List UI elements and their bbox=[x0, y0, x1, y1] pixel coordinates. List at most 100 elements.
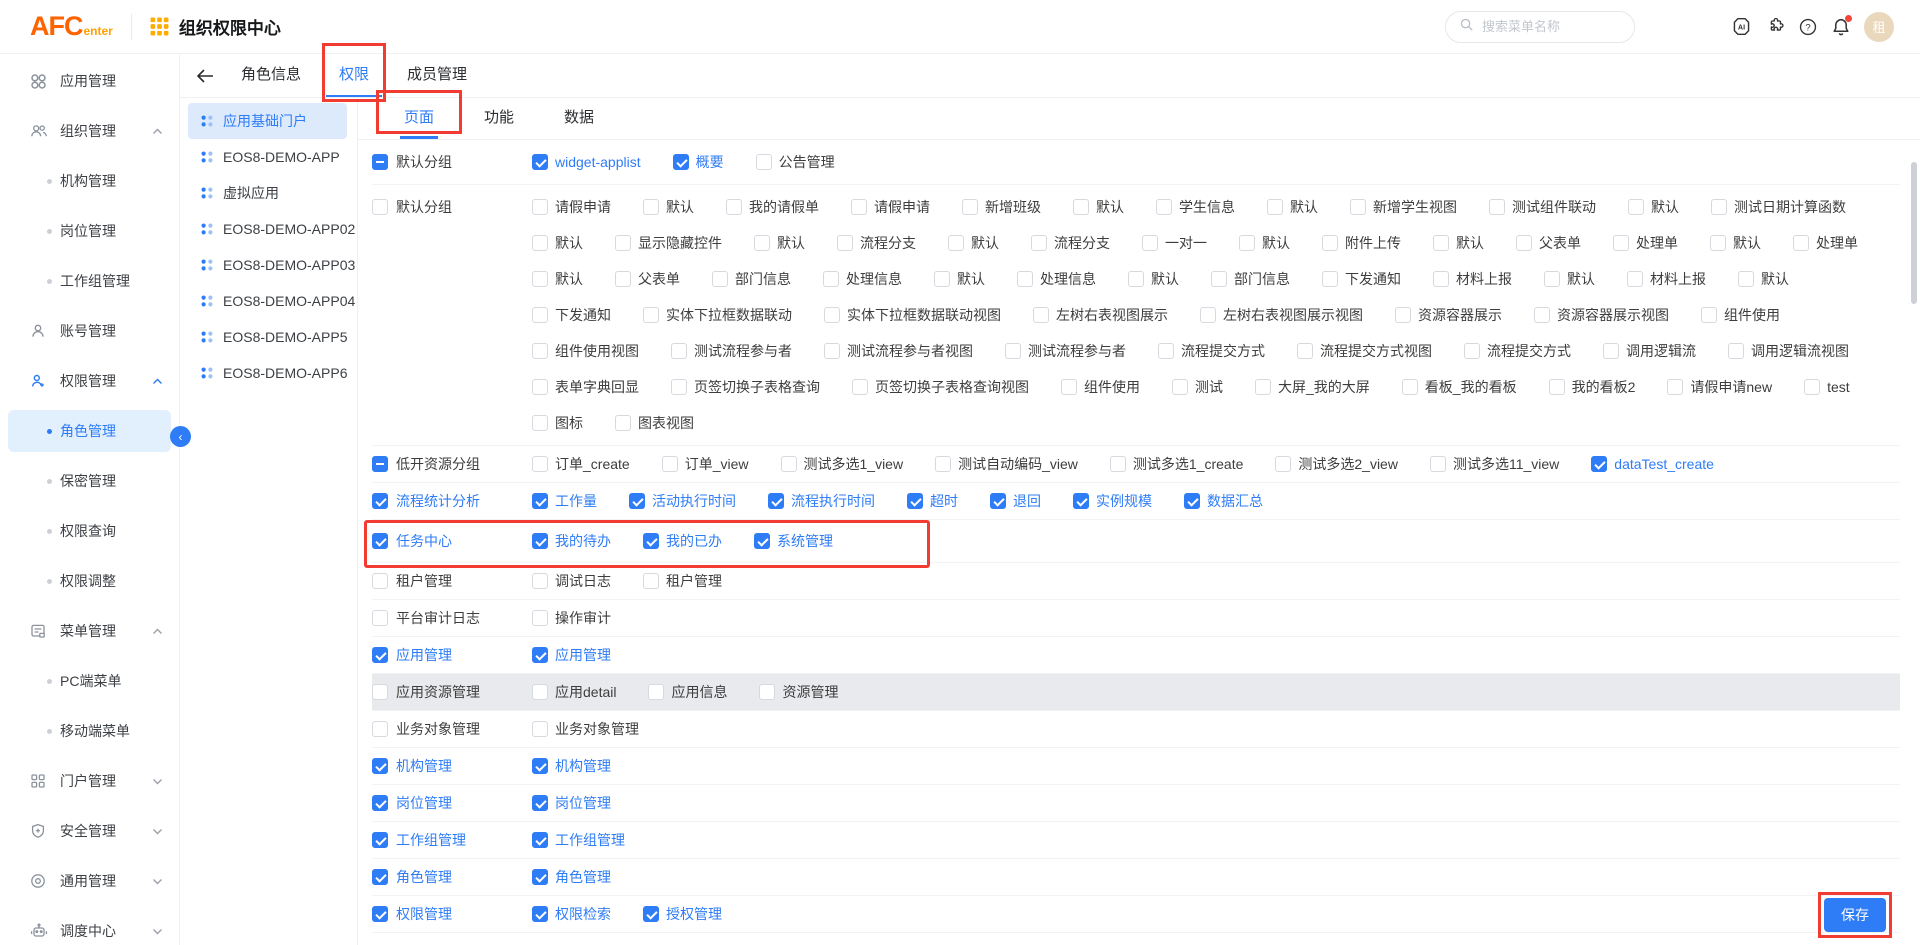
checkbox-icon[interactable] bbox=[1322, 235, 1338, 251]
sidebar-item-workgroup-mgmt[interactable]: 工作组管理 bbox=[0, 256, 179, 306]
permission-item[interactable]: 部门信息 bbox=[712, 269, 791, 289]
help-icon[interactable]: ? bbox=[1798, 17, 1818, 37]
permission-item[interactable]: 组件使用 bbox=[1701, 305, 1780, 325]
permission-item[interactable]: 默认 bbox=[754, 233, 805, 253]
permission-item[interactable]: 租户管理 bbox=[643, 571, 722, 591]
checkbox-icon[interactable] bbox=[1158, 343, 1174, 359]
checkbox-icon[interactable] bbox=[1255, 379, 1271, 395]
checkbox-icon[interactable] bbox=[532, 869, 548, 885]
sidebar-item-org-mgmt[interactable]: 组织管理 bbox=[0, 106, 179, 156]
checkbox-icon[interactable] bbox=[824, 307, 840, 323]
checkbox-icon[interactable] bbox=[532, 199, 548, 215]
checkbox-icon[interactable] bbox=[532, 271, 548, 287]
group-checkbox[interactable]: 角色管理 bbox=[372, 859, 532, 895]
permission-item[interactable]: 我的已办 bbox=[643, 531, 722, 551]
checkbox-icon[interactable] bbox=[1267, 199, 1283, 215]
checkbox-icon[interactable] bbox=[532, 415, 548, 431]
checkbox-icon[interactable] bbox=[532, 343, 548, 359]
avatar[interactable]: 租 bbox=[1864, 12, 1894, 42]
checkbox-icon[interactable] bbox=[643, 573, 659, 589]
permission-item[interactable]: 默认 bbox=[934, 269, 985, 289]
sidebar-item-account-mgmt[interactable]: 账号管理 bbox=[0, 306, 179, 356]
sidebar-item-secrecy-mgmt[interactable]: 保密管理 bbox=[0, 456, 179, 506]
permission-item[interactable]: 处理单 bbox=[1613, 233, 1678, 253]
checkbox-icon[interactable] bbox=[754, 235, 770, 251]
permission-item[interactable]: 页签切换子表格查询视图 bbox=[852, 377, 1029, 397]
checkbox-icon[interactable] bbox=[532, 832, 548, 848]
permission-item[interactable]: 应用信息 bbox=[648, 682, 727, 702]
checkbox-icon[interactable] bbox=[1322, 271, 1338, 287]
permission-item[interactable]: 实体下拉框数据联动 bbox=[643, 305, 792, 325]
permission-item[interactable]: 测试自动编码_view bbox=[935, 454, 1078, 474]
checkbox-icon[interactable] bbox=[1534, 307, 1550, 323]
permission-item[interactable]: 权限检索 bbox=[532, 904, 611, 924]
permission-item[interactable]: 测试多选2_view bbox=[1275, 454, 1398, 474]
checkbox-icon[interactable] bbox=[1184, 493, 1200, 509]
checkbox-icon[interactable] bbox=[934, 271, 950, 287]
permission-item[interactable]: 请假申请new bbox=[1667, 377, 1772, 397]
permission-item[interactable]: 测试组件联动 bbox=[1489, 197, 1596, 217]
checkbox-icon[interactable] bbox=[532, 456, 548, 472]
permission-item[interactable]: 测试流程参与者 bbox=[1005, 341, 1126, 361]
checkbox-icon[interactable] bbox=[532, 906, 548, 922]
sidebar-collapse-handle[interactable]: ‹ bbox=[170, 426, 191, 447]
permission-item[interactable]: 显示隐藏控件 bbox=[615, 233, 722, 253]
permission-item[interactable]: 一对一 bbox=[1142, 233, 1207, 253]
permission-item[interactable]: 处理信息 bbox=[1017, 269, 1096, 289]
sidebar-item-inst-mgmt[interactable]: 机构管理 bbox=[0, 156, 179, 206]
checkbox-icon[interactable] bbox=[1200, 307, 1216, 323]
plugin-icon[interactable] bbox=[1765, 17, 1785, 37]
checkbox-icon[interactable] bbox=[1628, 199, 1644, 215]
checkbox-icon[interactable] bbox=[372, 721, 388, 737]
checkbox-icon[interactable] bbox=[532, 493, 548, 509]
checkbox-icon[interactable] bbox=[1804, 379, 1820, 395]
search-box[interactable] bbox=[1445, 11, 1635, 43]
checkbox-icon[interactable] bbox=[1211, 271, 1227, 287]
checkbox-icon[interactable] bbox=[837, 235, 853, 251]
permission-item[interactable]: dataTest_create bbox=[1591, 456, 1714, 472]
checkbox-icon[interactable] bbox=[990, 493, 1006, 509]
group-checkbox[interactable]: 流程统计分析 bbox=[372, 483, 532, 519]
tab-permission[interactable]: 权限 bbox=[326, 54, 382, 97]
permission-item[interactable]: 处理信息 bbox=[823, 269, 902, 289]
permission-item[interactable]: 部门信息 bbox=[1211, 269, 1290, 289]
checkbox-icon[interactable] bbox=[1433, 235, 1449, 251]
ai-icon[interactable]: AI bbox=[1731, 16, 1752, 37]
checkbox-icon[interactable] bbox=[1613, 235, 1629, 251]
checkbox-icon[interactable] bbox=[532, 758, 548, 774]
checkbox-icon[interactable] bbox=[671, 379, 687, 395]
checkbox-icon[interactable] bbox=[1710, 235, 1726, 251]
checkbox-icon[interactable] bbox=[372, 684, 388, 700]
checkbox-icon[interactable] bbox=[1275, 456, 1291, 472]
permission-item[interactable]: 父表单 bbox=[615, 269, 680, 289]
checkbox-icon[interactable] bbox=[1793, 235, 1809, 251]
group-checkbox[interactable]: 默认分组 bbox=[372, 144, 532, 180]
back-icon[interactable] bbox=[196, 54, 214, 97]
permission-item[interactable]: 材料上报 bbox=[1433, 269, 1512, 289]
tab-member-mgmt[interactable]: 成员管理 bbox=[394, 54, 480, 97]
permission-item[interactable]: 测试日期计算函数 bbox=[1711, 197, 1846, 217]
checkbox-icon[interactable] bbox=[851, 199, 867, 215]
checkbox-icon[interactable] bbox=[1516, 235, 1532, 251]
checkbox-icon[interactable] bbox=[1033, 307, 1049, 323]
permission-item[interactable]: 下发通知 bbox=[1322, 269, 1401, 289]
permission-item[interactable]: 调用逻辑流 bbox=[1603, 341, 1696, 361]
bell-icon[interactable] bbox=[1831, 17, 1851, 37]
checkbox-icon[interactable] bbox=[372, 493, 388, 509]
permission-item[interactable]: 岗位管理 bbox=[532, 793, 611, 813]
sidebar-item-perm-query[interactable]: 权限查询 bbox=[0, 506, 179, 556]
checkbox-icon[interactable] bbox=[673, 154, 689, 170]
permission-item[interactable]: 材料上报 bbox=[1627, 269, 1706, 289]
sidebar-item-security-mgmt[interactable]: 安全管理 bbox=[0, 806, 179, 856]
permission-item[interactable]: widget-applist bbox=[532, 154, 641, 170]
permission-item[interactable]: 应用管理 bbox=[532, 645, 611, 665]
group-checkbox[interactable]: 应用资源管理 bbox=[372, 674, 532, 710]
permission-item[interactable]: 默认 bbox=[532, 233, 583, 253]
checkbox-icon[interactable] bbox=[948, 235, 964, 251]
checkbox-icon[interactable] bbox=[643, 906, 659, 922]
permission-item[interactable]: 测试流程参与者视图 bbox=[824, 341, 973, 361]
checkbox-icon[interactable] bbox=[1667, 379, 1683, 395]
group-checkbox[interactable]: 默认分组 bbox=[372, 189, 532, 225]
tab-role-info[interactable]: 角色信息 bbox=[228, 54, 314, 97]
permission-item[interactable]: 默认 bbox=[1128, 269, 1179, 289]
